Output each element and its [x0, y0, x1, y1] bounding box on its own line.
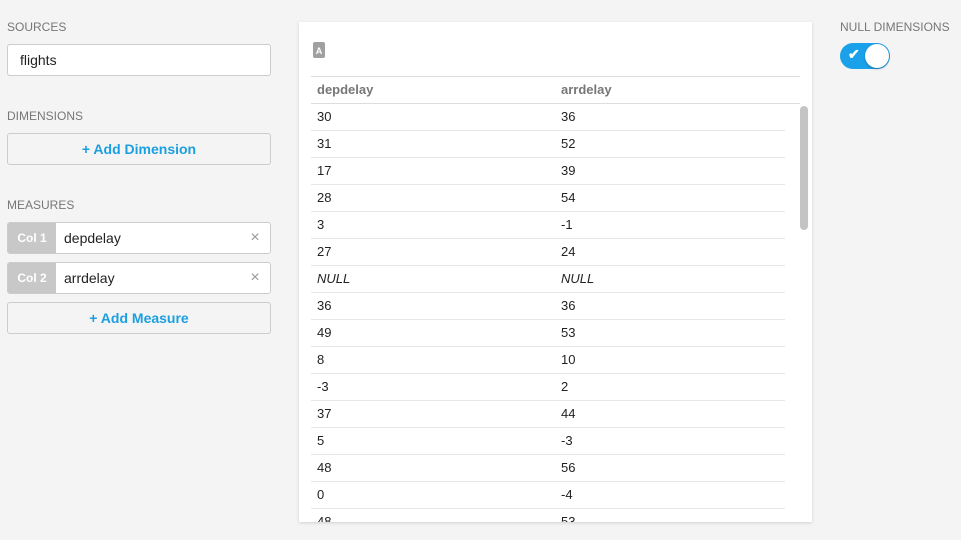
measure-name[interactable]: arrdelay — [56, 263, 240, 293]
table-cell: 54 — [561, 190, 576, 205]
table-cell: 0 — [317, 487, 325, 502]
table-row: 49 53 — [311, 320, 785, 347]
close-icon[interactable]: × — [240, 223, 270, 253]
table-row: 0 -4 — [311, 482, 785, 509]
table-cell: 30 — [317, 109, 332, 124]
sources-input[interactable]: flights — [7, 44, 271, 76]
table-row: 48 56 — [311, 455, 785, 482]
table-cell: 48 — [317, 460, 332, 475]
toggle-knob — [865, 44, 889, 68]
measure-col-tag: Col 1 — [8, 223, 56, 253]
table-cell: 49 — [317, 325, 332, 340]
table-cell: 24 — [561, 244, 576, 259]
measure-item: Col 1 depdelay × — [7, 222, 271, 254]
table-cell: -1 — [561, 217, 573, 232]
table-row: 8 10 — [311, 347, 785, 374]
table-cell: -4 — [561, 487, 573, 502]
table-row: NULL NULL — [311, 266, 785, 293]
table-cell: 53 — [561, 514, 576, 522]
table-cell: 8 — [317, 352, 325, 367]
table-cell: 36 — [561, 109, 576, 124]
results-panel: A depdelay arrdelay 30 36 31 52 17 39 28 54 3 -1 2… — [299, 22, 812, 522]
add-measure-button[interactable]: + Add Measure — [7, 302, 271, 334]
table-cell: 44 — [561, 406, 576, 421]
datasource-icon[interactable]: A — [313, 42, 325, 58]
table-row: 28 54 — [311, 185, 785, 212]
table-cell: 27 — [317, 244, 332, 259]
table-row: 37 44 — [311, 401, 785, 428]
table-cell: 48 — [317, 514, 332, 522]
null-dimensions-label: NULL DIMENSIONS — [840, 20, 950, 34]
table-row: 27 24 — [311, 239, 785, 266]
table-cell: -3 — [561, 433, 573, 448]
table-body: 30 36 31 52 17 39 28 54 3 -1 27 24 NULL NULL 36 36 49 53 8… — [311, 104, 785, 522]
measure-col-tag: Col 2 — [8, 263, 56, 293]
sources-label: SOURCES — [7, 20, 67, 34]
table-cell: 3 — [317, 217, 325, 232]
column-header[interactable]: depdelay — [317, 77, 373, 103]
dimensions-label: DIMENSIONS — [7, 109, 84, 123]
table-cell: 31 — [317, 136, 332, 151]
table-cell: 37 — [317, 406, 332, 421]
table-row: 48 53 — [311, 509, 785, 522]
table-cell: 52 — [561, 136, 576, 151]
table-cell: NULL — [317, 271, 351, 286]
scrollbar[interactable] — [800, 106, 808, 230]
table-cell: 5 — [317, 433, 325, 448]
check-icon: ✔ — [848, 46, 860, 62]
table-row: -3 2 — [311, 374, 785, 401]
add-dimension-button[interactable]: + Add Dimension — [7, 133, 271, 165]
table-row: 5 -3 — [311, 428, 785, 455]
table-cell: 28 — [317, 190, 332, 205]
table-header: depdelay arrdelay — [311, 76, 800, 104]
table-cell: 36 — [317, 298, 332, 313]
measures-label: MEASURES — [7, 198, 75, 212]
table-cell: 39 — [561, 163, 576, 178]
measure-name[interactable]: depdelay — [56, 223, 240, 253]
table-row: 36 36 — [311, 293, 785, 320]
table-row: 3 -1 — [311, 212, 785, 239]
table-cell: 36 — [561, 298, 576, 313]
table-cell: -3 — [317, 379, 329, 394]
table-row: 30 36 — [311, 104, 785, 131]
table-cell: 2 — [561, 379, 569, 394]
column-header[interactable]: arrdelay — [561, 77, 612, 103]
table-cell: NULL — [561, 271, 595, 286]
table-cell: 53 — [561, 325, 576, 340]
null-dimensions-toggle[interactable]: ✔ — [840, 43, 890, 69]
close-icon[interactable]: × — [240, 263, 270, 293]
table-cell: 17 — [317, 163, 332, 178]
table-cell: 10 — [561, 352, 576, 367]
table-row: 31 52 — [311, 131, 785, 158]
table-cell: 56 — [561, 460, 576, 475]
table-row: 17 39 — [311, 158, 785, 185]
measure-item: Col 2 arrdelay × — [7, 262, 271, 294]
